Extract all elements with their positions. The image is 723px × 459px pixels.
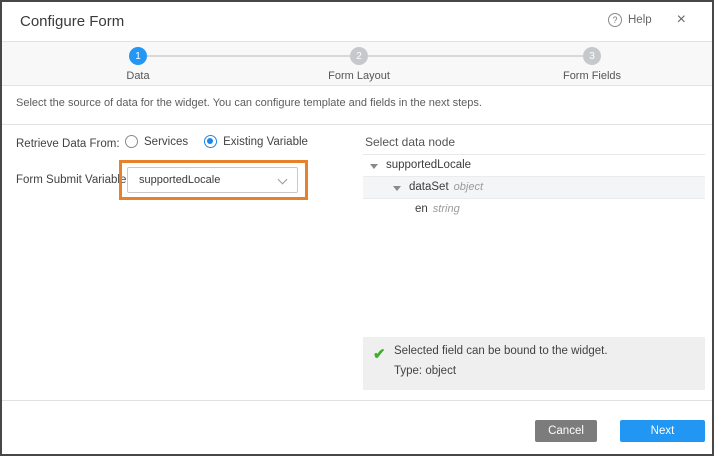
services-radio[interactable]: [125, 135, 138, 148]
existing-variable-radio[interactable]: [204, 135, 217, 148]
header-actions: ? Help ×: [608, 13, 686, 27]
dialog-footer: Cancel Next: [2, 401, 712, 451]
tree-row-en[interactable]: enstring: [363, 199, 705, 221]
validation-message-box: ✔ Selected field can be bound to the wid…: [363, 337, 705, 390]
step-3-label: Form Fields: [532, 70, 652, 82]
dialog-title: Configure Form: [20, 13, 124, 30]
step-2-label: Form Layout: [299, 70, 419, 82]
caret-down-icon[interactable]: [393, 186, 401, 191]
data-node-tree: supportedLocale dataSetobject enstring: [363, 154, 705, 337]
configure-form-dialog: Configure Form ? Help × 1 2 3 Data: [0, 0, 714, 456]
dialog-header: Configure Form ? Help ×: [2, 2, 712, 42]
description-row: Select the source of data for the widget…: [2, 86, 712, 125]
retrieve-data-radio-group: Services Existing Variable: [125, 135, 308, 148]
dialog-content: Retrieve Data From: Services Existing Va…: [2, 125, 712, 401]
step-2-number: 2: [356, 51, 362, 62]
tree-node-label: enstring: [415, 203, 460, 215]
help-question-icon: ?: [608, 13, 622, 27]
select-data-node-title: Select data node: [365, 135, 455, 149]
step-1-circle[interactable]: 1: [129, 47, 147, 65]
services-radio-label[interactable]: Services: [144, 136, 188, 148]
help-button[interactable]: ? Help: [608, 13, 652, 27]
form-submit-variable-dropdown[interactable]: supportedLocale: [127, 167, 298, 193]
form-submit-variable-label: Form Submit Variable:: [16, 174, 130, 186]
close-icon[interactable]: ×: [677, 13, 686, 27]
tree-node-label: supportedLocale: [386, 159, 471, 171]
dropdown-selected-value: supportedLocale: [139, 174, 220, 186]
step-3-number: 3: [589, 51, 595, 62]
help-label: Help: [628, 14, 652, 26]
cancel-button[interactable]: Cancel: [535, 420, 597, 442]
tree-row-supportedlocale[interactable]: supportedLocale: [363, 155, 705, 177]
check-icon: ✔: [373, 345, 386, 363]
validation-message: Selected field can be bound to the widge…: [394, 345, 608, 357]
screenshot-canvas: Configure Form ? Help × 1 2 3 Data: [0, 0, 723, 459]
step-3-circle[interactable]: 3: [583, 47, 601, 65]
stepper-connector-1: [147, 55, 350, 57]
wizard-stepper: 1 2 3 Data Form Layout Form Fields: [2, 42, 712, 86]
step-2-circle[interactable]: 2: [350, 47, 368, 65]
caret-down-icon[interactable]: [370, 164, 378, 169]
retrieve-data-from-label: Retrieve Data From:: [16, 138, 120, 150]
tree-row-dataset[interactable]: dataSetobject: [363, 177, 705, 199]
chevron-down-icon: [278, 175, 288, 185]
validation-type: Type: object: [394, 365, 456, 377]
existing-variable-radio-label[interactable]: Existing Variable: [223, 136, 308, 148]
description-text: Select the source of data for the widget…: [16, 97, 698, 109]
next-button[interactable]: Next: [620, 420, 705, 442]
step-1-label: Data: [78, 70, 198, 82]
tree-node-type: string: [433, 203, 460, 215]
step-1-number: 1: [135, 51, 141, 62]
stepper-connector-2: [368, 55, 583, 57]
tree-node-type: object: [454, 181, 483, 193]
tree-node-label: dataSetobject: [409, 181, 483, 193]
